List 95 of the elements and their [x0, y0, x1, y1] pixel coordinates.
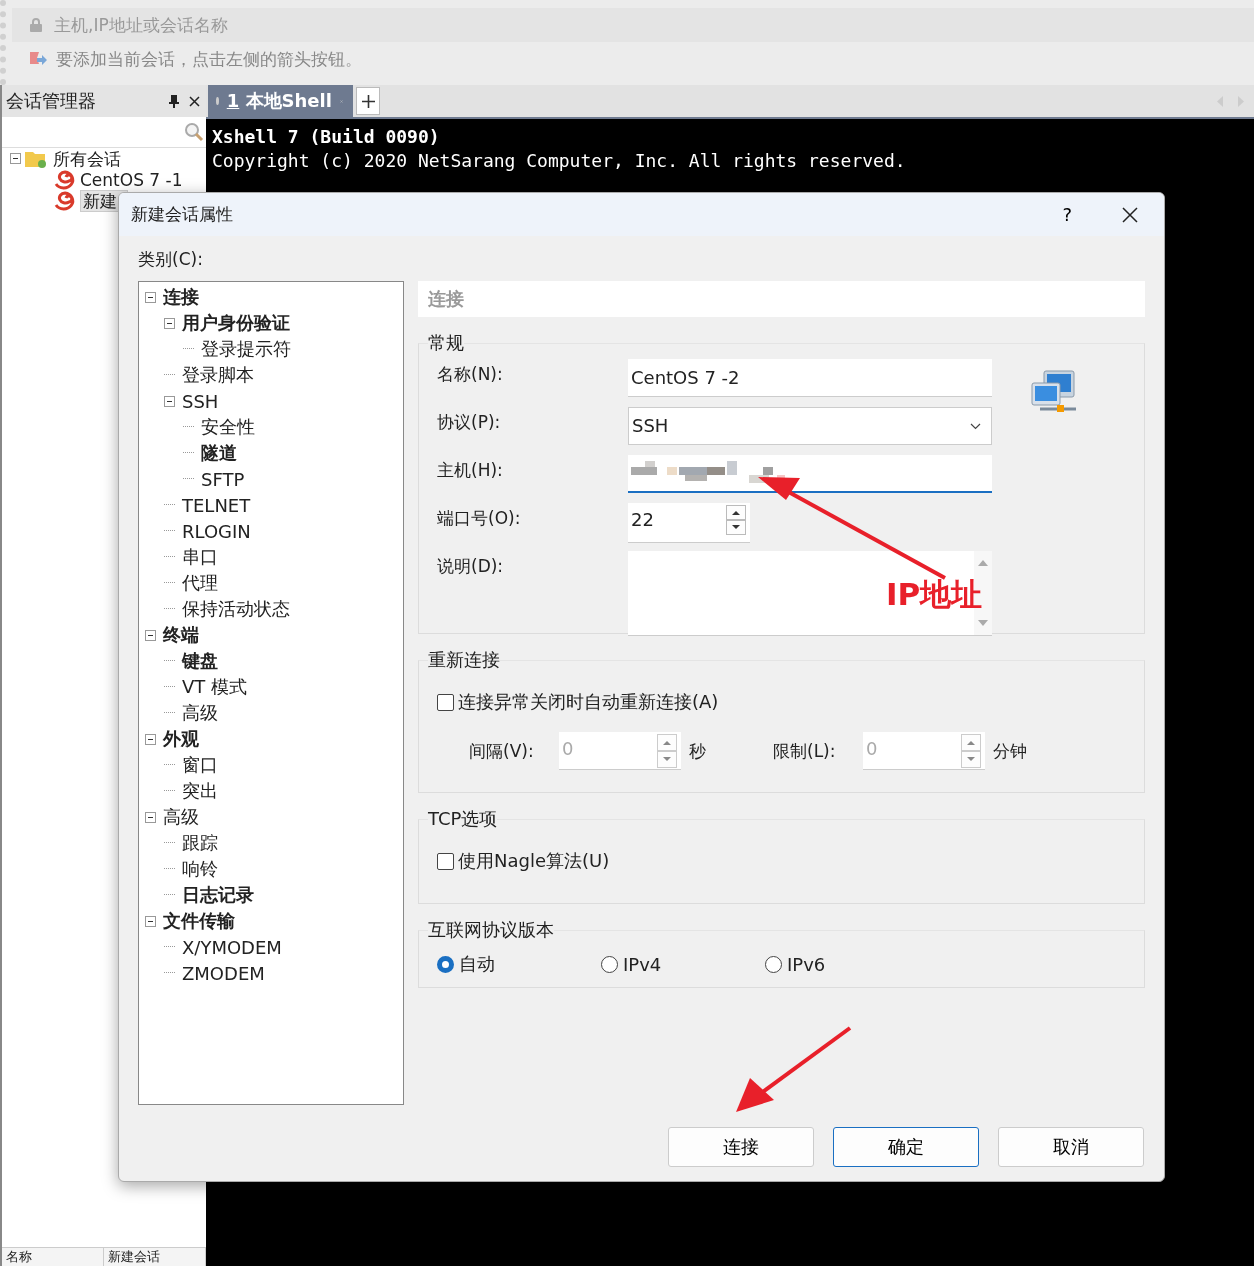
dialog-button[interactable]: 取消 — [998, 1127, 1144, 1167]
group-title: 互联网协议版本 — [428, 918, 554, 942]
collapse-icon[interactable] — [145, 733, 156, 745]
category-item[interactable]: SFTP — [201, 468, 245, 490]
group-title: TCP选项 — [428, 807, 498, 831]
category-item[interactable]: 键盘 — [182, 649, 218, 673]
category-item[interactable]: ZMODEM — [182, 962, 265, 984]
radio-label: IPv6 — [787, 953, 826, 975]
category-item[interactable]: 高级 — [163, 805, 199, 829]
status-dot-icon — [216, 97, 219, 105]
tab-label: 1 本地Shell — [226, 89, 332, 113]
port-field[interactable]: 22 — [628, 503, 750, 543]
field-label: 限制(L): — [773, 739, 837, 763]
unit-label: 秒 — [688, 739, 707, 763]
field-value: 22 — [630, 508, 655, 532]
category-item[interactable]: 登录提示符 — [201, 337, 291, 361]
category-item[interactable]: 保持活动状态 — [182, 597, 290, 621]
radio-button[interactable] — [601, 955, 618, 973]
dialog-title: 新建会话属性 — [131, 203, 233, 226]
radio-button[interactable] — [765, 955, 782, 973]
section-header: 连接 — [418, 281, 1145, 317]
column-header[interactable]: 名称 — [2, 1248, 104, 1266]
category-item[interactable]: 连接 — [163, 285, 199, 309]
collapse-icon[interactable] — [164, 395, 175, 407]
category-item[interactable]: 日志记录 — [182, 883, 254, 907]
host-field[interactable] — [628, 455, 992, 493]
category-item[interactable]: 串口 — [182, 545, 218, 569]
radio-label: 自动 — [459, 952, 495, 976]
radio-button[interactable] — [437, 955, 454, 973]
collapse-icon[interactable] — [145, 629, 156, 641]
category-item[interactable]: 外观 — [163, 727, 199, 751]
unit-label: 分钟 — [992, 739, 1028, 763]
checkbox[interactable] — [437, 693, 454, 711]
collapse-icon[interactable] — [164, 317, 175, 329]
category-item[interactable]: 隧道 — [201, 441, 237, 465]
category-item[interactable]: 登录脚本 — [182, 363, 254, 387]
group-title: 重新连接 — [428, 648, 500, 672]
plus-icon — [361, 94, 375, 108]
new-tab-button[interactable] — [356, 87, 380, 115]
terminal-line: Xshell 7 (Build 0090) — [212, 125, 441, 149]
field-label: 协议(P): — [437, 411, 502, 434]
category-label: 类别(C): — [138, 248, 204, 271]
pin-icon[interactable] — [169, 94, 179, 108]
tree-item[interactable]: 所有会话 — [53, 148, 121, 169]
field-label: 主机(H): — [437, 459, 504, 482]
field-label: 间隔(V): — [469, 739, 535, 763]
dialog-button[interactable]: 确定 — [833, 1127, 979, 1167]
session-item[interactable]: CentOS 7 -1 — [80, 169, 183, 190]
category-item[interactable]: RLOGIN — [182, 520, 251, 542]
category-item[interactable]: 代理 — [182, 571, 218, 595]
collapse-icon[interactable] — [145, 915, 156, 927]
field-value: CentOS 7 -2 — [631, 365, 740, 390]
hint-text: 要添加当前会话，点击左侧的箭头按钮。 — [56, 48, 362, 71]
protocol-dropdown[interactable]: SSH — [628, 407, 992, 445]
panel-title: 会话管理器 — [6, 89, 97, 113]
spiral-icon — [54, 190, 76, 211]
category-item[interactable]: 文件传输 — [163, 909, 235, 933]
category-item[interactable]: VT 模式 — [182, 675, 248, 699]
dialog-button[interactable]: 连接 — [668, 1127, 814, 1167]
category-item[interactable]: 跟踪 — [182, 831, 218, 855]
category-item[interactable]: 安全性 — [201, 415, 255, 439]
checkbox[interactable] — [437, 852, 454, 870]
annotation-label: IP地址 — [886, 575, 983, 614]
category-item[interactable]: 突出 — [182, 779, 218, 803]
caret-icon — [970, 422, 981, 430]
collapse-icon[interactable] — [10, 153, 21, 164]
help-button[interactable]: ? — [1062, 204, 1072, 225]
field-label: 说明(D): — [437, 555, 505, 578]
tab[interactable]: 1 本地Shell — [208, 85, 353, 117]
group-title: 常规 — [428, 331, 464, 355]
description-field[interactable] — [628, 551, 992, 636]
radio-label: IPv4 — [623, 953, 662, 975]
close-icon[interactable] — [189, 95, 200, 107]
field-label: 端口号(O): — [437, 507, 522, 530]
category-item[interactable]: TELNET — [182, 494, 251, 516]
terminal-line: Copyright (c) 2020 NetSarang Computer, Inc. All rights reserved. — [212, 149, 907, 173]
name-field[interactable]: CentOS 7 -2 — [628, 359, 992, 397]
category-item[interactable]: 用户身份验证 — [182, 311, 290, 335]
spin-down-icon[interactable] — [726, 520, 746, 535]
collapse-icon[interactable] — [145, 291, 156, 303]
lock-icon — [30, 18, 42, 32]
checkbox-label: 连接异常关闭时自动重新连接(A) — [458, 690, 719, 714]
category-item[interactable]: X/YMODEM — [182, 936, 282, 958]
field-label: 名称(N): — [437, 363, 504, 386]
checkbox-label: 使用Nagle算法(U) — [458, 849, 610, 873]
address-field[interactable]: 主机,IP地址或会话名称 — [12, 8, 1254, 42]
close-icon[interactable] — [1122, 206, 1138, 223]
category-item[interactable]: 窗口 — [182, 753, 218, 777]
category-item[interactable]: SSH — [182, 390, 219, 412]
collapse-icon[interactable] — [145, 811, 156, 823]
spiral-icon — [54, 169, 76, 190]
category-item[interactable]: 高级 — [182, 701, 218, 725]
spin-up-icon[interactable] — [726, 505, 746, 520]
category-item[interactable]: 终端 — [163, 623, 199, 647]
category-item[interactable]: 响铃 — [182, 857, 218, 881]
